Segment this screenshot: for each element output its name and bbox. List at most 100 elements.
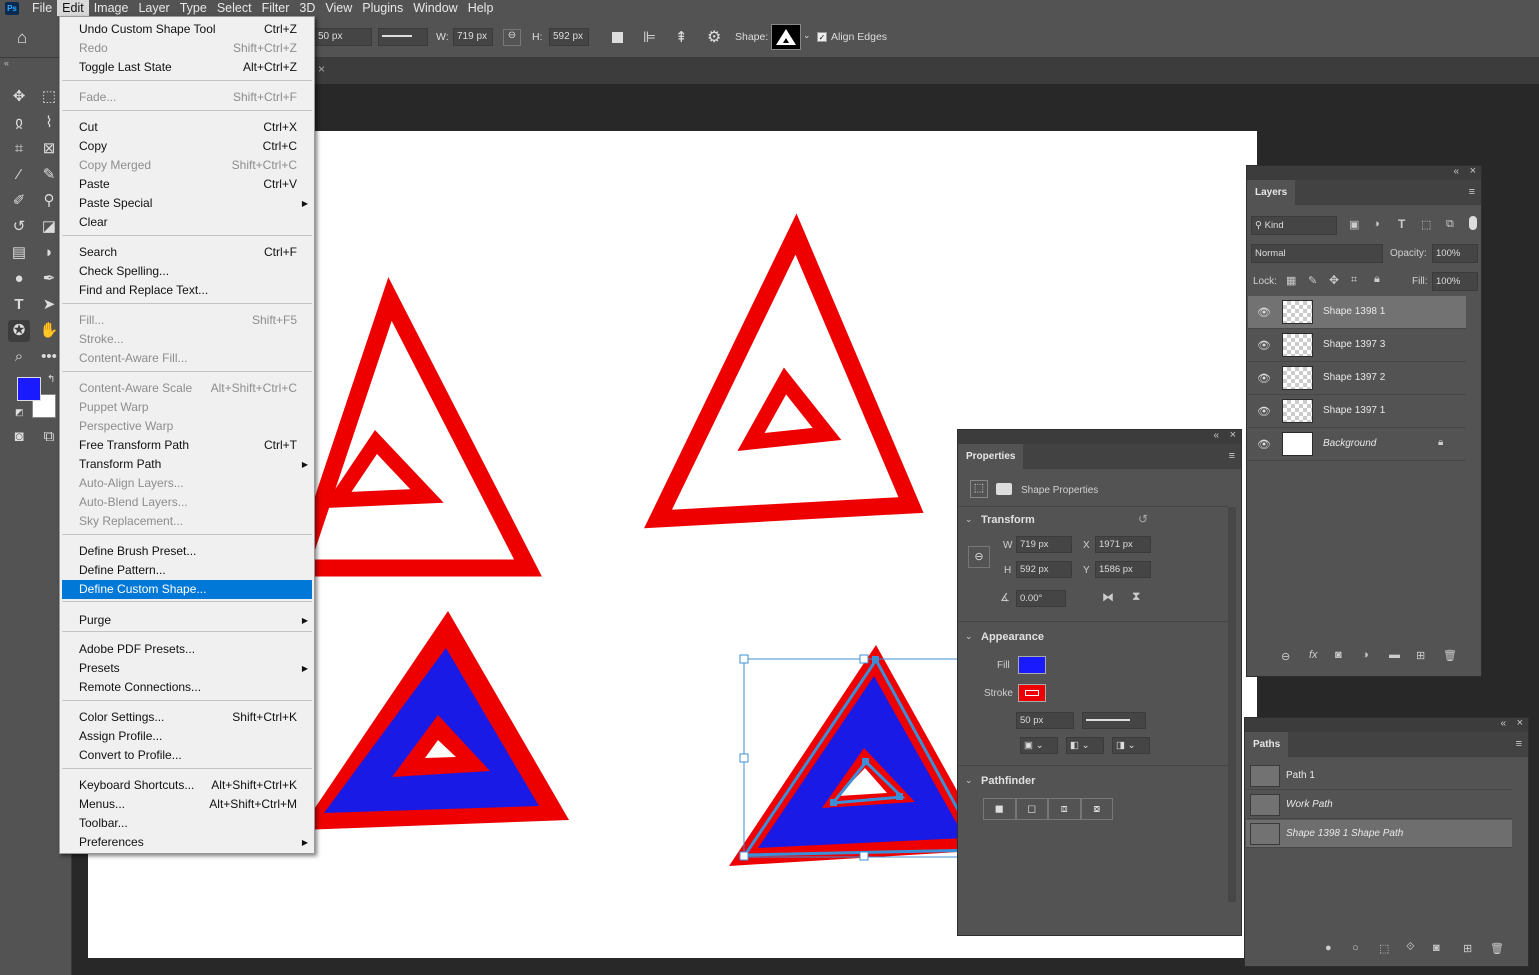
edit-menu-item[interactable]: Preferences ▶ <box>62 833 312 852</box>
chevron-down-icon[interactable]: ⌄ <box>965 514 973 525</box>
layer-row[interactable]: 👁︎ Shape 1398 1 <box>1248 296 1466 329</box>
layer-row[interactable]: 👁︎ Background 🔒︎ <box>1248 428 1466 461</box>
opacity-field[interactable]: 100% <box>1432 244 1478 263</box>
path-row[interactable]: Path 1 <box>1246 762 1512 790</box>
mask-properties-icon[interactable] <box>996 483 1012 495</box>
layer-row[interactable]: 👁︎ Shape 1397 2 <box>1248 362 1466 395</box>
filter-type-icon[interactable]: T <box>1398 217 1405 231</box>
lock-artboard-icon[interactable]: ⌗ <box>1351 274 1357 287</box>
visibility-eye-icon[interactable]: 👁︎ <box>1257 405 1271 418</box>
edit-menu-item[interactable]: Adobe PDF Presets... <box>62 640 312 659</box>
angle-field[interactable]: 0.00° <box>1016 590 1066 607</box>
stroke-style-dropdown[interactable] <box>1082 712 1146 729</box>
lock-transparent-icon[interactable]: ▦ <box>1286 274 1296 287</box>
visibility-eye-icon[interactable]: 👁︎ <box>1257 438 1271 451</box>
trash-icon[interactable]: 🗑︎ <box>1443 649 1457 662</box>
filter-pixel-icon[interactable]: ▣ <box>1349 218 1359 231</box>
edit-menu-item[interactable]: Convert to Profile... <box>62 746 312 765</box>
filter-shape-icon[interactable]: ⬚ <box>1421 218 1431 231</box>
lock-position-icon[interactable]: ✥ <box>1329 273 1339 287</box>
blend-mode-dropdown[interactable]: Normal <box>1251 244 1383 263</box>
edit-menu-item[interactable]: Define Custom Shape... <box>62 580 312 599</box>
edit-menu-item[interactable]: Undo Custom Shape Tool Ctrl+Z <box>62 20 312 39</box>
visibility-eye-icon[interactable]: 👁︎ <box>1257 306 1271 319</box>
collapse-panel-icon[interactable]: « <box>1500 718 1506 729</box>
edit-menu-item[interactable]: Toolbar... <box>62 814 312 833</box>
edit-menu-item[interactable]: Find and Replace Text... <box>62 281 312 300</box>
load-selection-icon[interactable]: ⬚ <box>1379 942 1389 955</box>
edit-menu-item[interactable]: Search Ctrl+F <box>62 243 312 262</box>
stroke-size-field[interactable]: 50 px <box>1016 712 1074 729</box>
x-field[interactable]: 1971 px <box>1095 536 1151 553</box>
width-field[interactable]: 719 px <box>1016 536 1072 553</box>
edit-menu-item[interactable]: Transform Path ▶ <box>62 455 312 474</box>
link-layers-icon[interactable]: ⊖ <box>1281 650 1290 663</box>
edit-menu-item[interactable]: Purge ▶ <box>62 611 312 630</box>
properties-scrollbar[interactable] <box>1228 507 1236 902</box>
tab-paths[interactable]: Paths <box>1245 732 1289 757</box>
close-panel-icon[interactable]: × <box>1470 165 1476 177</box>
edit-menu-item[interactable]: Toggle Last State Alt+Ctrl+Z <box>62 58 312 77</box>
intersect-shapes-icon[interactable]: ⧈ <box>1048 798 1081 820</box>
new-group-icon[interactable]: ▬ <box>1389 649 1400 661</box>
edit-menu-item[interactable]: Free Transform Path Ctrl+T <box>62 436 312 455</box>
trash-icon[interactable]: 🗑︎ <box>1490 942 1504 955</box>
edit-menu-item[interactable]: Remote Connections... <box>62 678 312 697</box>
edit-menu-item[interactable]: Clear <box>62 213 312 232</box>
layer-row[interactable]: 👁︎ Shape 1397 1 <box>1248 395 1466 428</box>
edit-menu-item[interactable]: Copy Ctrl+C <box>62 137 312 156</box>
stroke-color-swatch[interactable] <box>1018 684 1046 702</box>
new-layer-icon[interactable]: ⊞ <box>1416 649 1425 662</box>
edit-menu-item[interactable]: Cut Ctrl+X <box>62 118 312 137</box>
edit-menu-item[interactable]: Menus... Alt+Shift+Ctrl+M <box>62 795 312 814</box>
tab-properties[interactable]: Properties <box>958 444 1024 469</box>
lock-image-icon[interactable]: ✎ <box>1308 274 1317 287</box>
shape-properties-icon[interactable]: ⬚ <box>970 480 988 498</box>
y-field[interactable]: 1586 px <box>1095 561 1151 578</box>
fx-icon[interactable]: fx <box>1309 649 1318 661</box>
visibility-eye-icon[interactable]: 👁︎ <box>1257 372 1271 385</box>
close-panel-icon[interactable]: × <box>1230 429 1236 441</box>
edit-menu-item[interactable]: Define Brush Preset... <box>62 542 312 561</box>
new-path-icon[interactable]: ⊞ <box>1463 942 1472 955</box>
filter-kind-dropdown[interactable]: ⚲ Kind <box>1251 216 1337 235</box>
adjustment-layer-icon[interactable]: ◑ <box>1362 649 1369 661</box>
visibility-eye-icon[interactable]: 👁︎ <box>1257 339 1271 352</box>
edit-menu-item[interactable]: Paste Special ▶ <box>62 194 312 213</box>
fill-field[interactable]: 100% <box>1432 272 1478 291</box>
path-row[interactable]: Work Path <box>1246 791 1512 819</box>
edit-menu-item[interactable]: Paste Ctrl+V <box>62 175 312 194</box>
filter-toggle[interactable] <box>1469 216 1477 230</box>
panel-menu-icon[interactable]: ≡ <box>1516 738 1522 750</box>
filter-adjustment-icon[interactable]: ◑ <box>1373 218 1380 230</box>
edit-menu-item[interactable]: Check Spelling... <box>62 262 312 281</box>
lock-all-icon[interactable]: 🔒︎ <box>1374 273 1380 286</box>
chevron-down-icon[interactable]: ⌄ <box>965 631 973 642</box>
panel-menu-icon[interactable]: ≡ <box>1229 450 1235 462</box>
flip-horizontal-icon[interactable]: ⧓ <box>1102 590 1114 604</box>
path-row[interactable]: Shape 1398 1 Shape Path <box>1246 820 1512 848</box>
fill-color-swatch[interactable] <box>1018 656 1046 674</box>
edit-menu-item[interactable]: Color Settings... Shift+Ctrl+K <box>62 708 312 727</box>
fill-path-icon[interactable]: ● <box>1325 942 1332 954</box>
height-field[interactable]: 592 px <box>1016 561 1072 578</box>
stroke-corner-dropdown[interactable]: ◨ ⌄ <box>1112 737 1150 754</box>
combine-shapes-icon[interactable]: ◼ <box>983 798 1016 820</box>
stroke-align-dropdown[interactable]: ▣ ⌄ <box>1020 737 1058 754</box>
chevron-down-icon[interactable]: ⌄ <box>965 775 973 786</box>
edit-menu-item[interactable]: Assign Profile... <box>62 727 312 746</box>
reset-icon[interactable]: ↺ <box>1138 512 1148 526</box>
collapse-panel-icon[interactable]: « <box>1213 430 1219 441</box>
edit-menu-item[interactable]: Presets ▶ <box>62 659 312 678</box>
flip-vertical-icon[interactable]: ⧗ <box>1132 589 1140 604</box>
tab-layers[interactable]: Layers <box>1247 180 1296 205</box>
subtract-shapes-icon[interactable]: ◻ <box>1015 798 1048 820</box>
close-panel-icon[interactable]: × <box>1517 717 1523 729</box>
stroke-cap-dropdown[interactable]: ◧ ⌄ <box>1066 737 1104 754</box>
stroke-path-icon[interactable]: ○ <box>1352 942 1359 954</box>
edit-menu-item[interactable]: Keyboard Shortcuts... Alt+Shift+Ctrl+K <box>62 776 312 795</box>
panel-menu-icon[interactable]: ≡ <box>1469 186 1475 198</box>
collapse-panel-icon[interactable]: « <box>1453 166 1459 177</box>
add-mask-icon[interactable]: ◙ <box>1433 942 1440 954</box>
make-work-path-icon[interactable]: ⟐ <box>1406 941 1415 954</box>
